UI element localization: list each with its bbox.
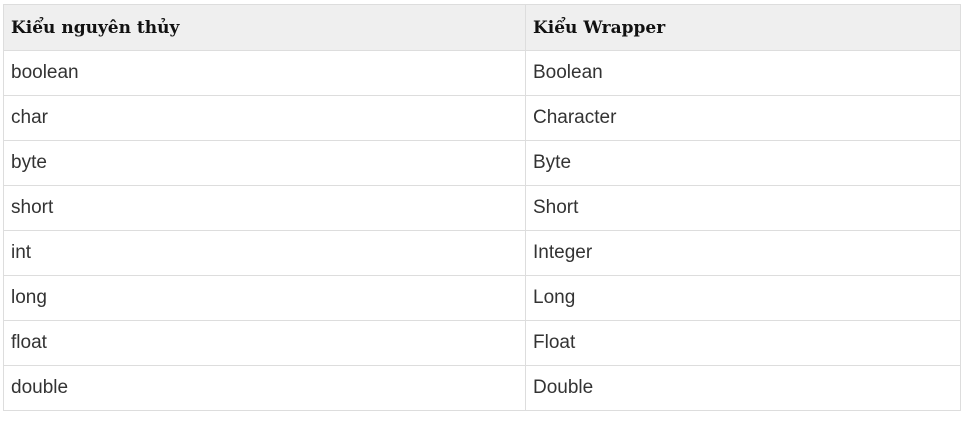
header-primitive-type: Kiểu nguyên thủy bbox=[3, 4, 526, 51]
table-header-row: Kiểu nguyên thủy Kiểu Wrapper bbox=[3, 4, 961, 51]
header-wrapper-type: Kiểu Wrapper bbox=[525, 4, 961, 51]
table-row: char Character bbox=[3, 95, 961, 141]
table-row: byte Byte bbox=[3, 140, 961, 186]
primitive-cell: double bbox=[3, 365, 526, 411]
wrapper-cell: Character bbox=[525, 95, 961, 141]
table-row: float Float bbox=[3, 320, 961, 366]
wrapper-cell: Byte bbox=[525, 140, 961, 186]
table-row: long Long bbox=[3, 275, 961, 321]
primitive-cell: float bbox=[3, 320, 526, 366]
table-row: double Double bbox=[3, 365, 961, 411]
primitive-cell: boolean bbox=[3, 50, 526, 96]
primitive-cell: long bbox=[3, 275, 526, 321]
type-table-container: Kiểu nguyên thủy Kiểu Wrapper boolean Bo… bbox=[3, 4, 961, 411]
wrapper-cell: Boolean bbox=[525, 50, 961, 96]
table-row: int Integer bbox=[3, 230, 961, 276]
wrapper-cell: Double bbox=[525, 365, 961, 411]
wrapper-cell: Float bbox=[525, 320, 961, 366]
table-row: boolean Boolean bbox=[3, 50, 961, 96]
wrapper-cell: Short bbox=[525, 185, 961, 231]
table-row: short Short bbox=[3, 185, 961, 231]
primitive-cell: short bbox=[3, 185, 526, 231]
primitive-cell: byte bbox=[3, 140, 526, 186]
wrapper-cell: Integer bbox=[525, 230, 961, 276]
wrapper-cell: Long bbox=[525, 275, 961, 321]
primitive-cell: char bbox=[3, 95, 526, 141]
primitive-cell: int bbox=[3, 230, 526, 276]
primitive-wrapper-table: Kiểu nguyên thủy Kiểu Wrapper boolean Bo… bbox=[3, 4, 961, 411]
